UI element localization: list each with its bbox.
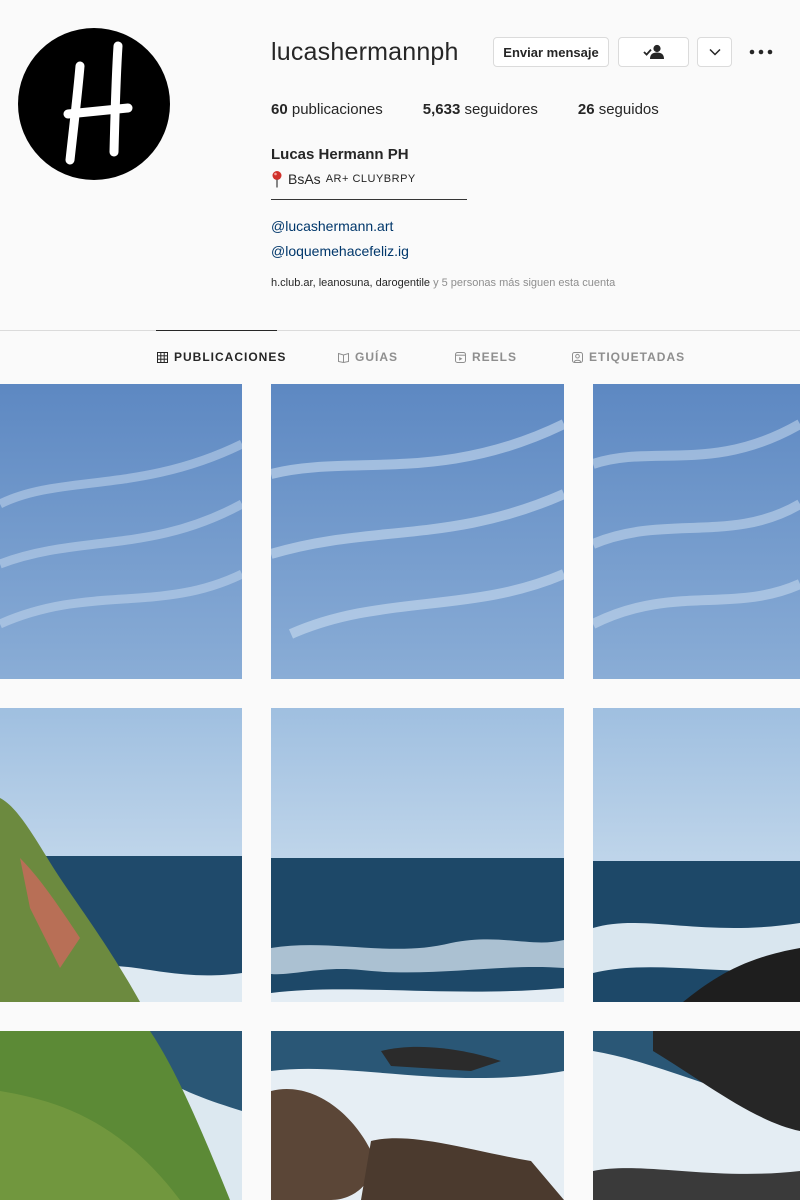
sea-rocks-image	[593, 708, 800, 1002]
send-message-button[interactable]: Enviar mensaje	[493, 37, 609, 67]
profile-username: lucashermannph	[271, 38, 459, 66]
chevron-down-icon	[708, 48, 721, 56]
post-tile[interactable]	[271, 384, 564, 679]
sky-image	[0, 384, 242, 679]
post-tile[interactable]	[0, 708, 242, 1002]
rocks-surf-image	[271, 1031, 564, 1200]
tab-etiquetadas[interactable]: ETIQUETADAS	[572, 350, 685, 364]
followed-by-text[interactable]: h.club.ar, leanosuna, darogentile y 5 pe…	[271, 277, 615, 289]
tag-icon	[572, 351, 583, 363]
post-tile[interactable]	[593, 1031, 800, 1200]
bio-location-line: BsAs AR+ CLUYBRPY	[271, 170, 416, 188]
tab-label: REELS	[472, 350, 518, 364]
profile-stats: 60 publicaciones 5,633 seguidores 26 seg…	[271, 101, 699, 118]
more-options-button[interactable]	[748, 41, 774, 63]
bio-location: BsAs	[288, 171, 321, 187]
post-tile[interactable]	[0, 384, 242, 679]
cliff-grass-image	[0, 1031, 242, 1200]
bio-link-art[interactable]: @lucashermann.art	[271, 218, 393, 234]
reels-icon	[455, 351, 466, 363]
tab-publicaciones[interactable]: PUBLICACIONES	[157, 350, 286, 364]
followed-by-suffix: y 5 personas más siguen esta cuenta	[430, 277, 616, 289]
person-check-icon	[642, 44, 664, 59]
post-tile[interactable]	[593, 708, 800, 1002]
followed-by-names: h.club.ar, leanosuna, darogentile	[271, 277, 431, 289]
posts-count: 60 publicaciones	[271, 101, 383, 118]
profile-full-name: Lucas Hermann PH	[271, 146, 409, 163]
round-pushpin-icon	[272, 171, 282, 188]
more-dots-icon	[749, 49, 773, 55]
following-number: 26	[577, 101, 595, 118]
followers-link[interactable]: 5,633 seguidores	[423, 101, 538, 118]
followers-label: seguidores	[460, 101, 538, 118]
tab-label: PUBLICACIONES	[174, 350, 287, 364]
sky-image	[271, 384, 564, 679]
post-tile[interactable]	[593, 384, 800, 679]
active-tab-indicator	[156, 330, 277, 331]
following-label: seguidos	[594, 101, 659, 118]
following-link[interactable]: 26 seguidos	[578, 101, 659, 118]
tab-reels[interactable]: REELS	[455, 350, 517, 364]
posts-number: 60	[271, 101, 288, 118]
rocky-shore-image	[593, 1031, 800, 1200]
sea-image	[271, 708, 564, 1002]
profile-avatar[interactable]	[18, 28, 170, 180]
suggestions-dropdown-button[interactable]	[697, 37, 732, 67]
h-logo-icon	[63, 41, 133, 165]
followers-number: 5,633	[422, 101, 461, 118]
tabs-divider	[0, 330, 800, 331]
tab-guias[interactable]: GUÍAS	[338, 350, 398, 364]
sky-image	[593, 384, 800, 679]
tab-label: ETIQUETADAS	[589, 350, 686, 364]
bio-separator-line: ——————————————	[271, 190, 467, 206]
post-tile[interactable]	[271, 1031, 564, 1200]
bio-link-feliz[interactable]: @loquemehacefeliz.ig	[271, 243, 409, 259]
sea-cliff-image	[0, 708, 242, 1002]
post-tile[interactable]	[271, 708, 564, 1002]
posts-label: publicaciones	[287, 101, 383, 118]
bio-tags: AR+ CLUYBRPY	[325, 173, 416, 185]
grid-icon	[157, 351, 168, 363]
guide-icon	[338, 352, 349, 363]
post-tile[interactable]	[0, 1031, 242, 1200]
following-button[interactable]	[618, 37, 689, 67]
tab-label: GUÍAS	[355, 350, 399, 364]
